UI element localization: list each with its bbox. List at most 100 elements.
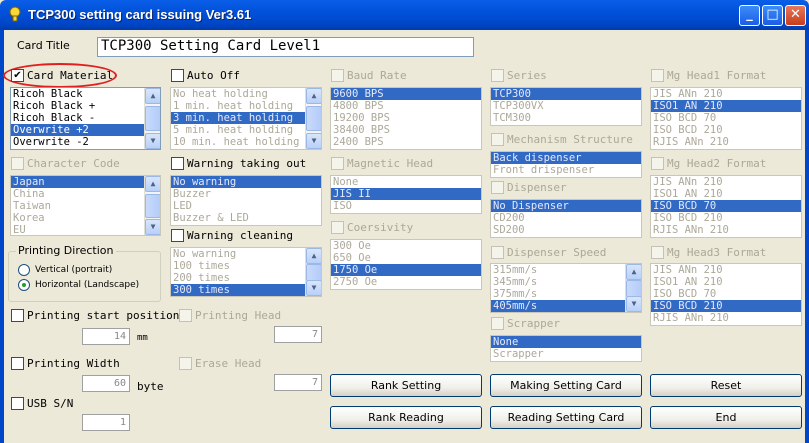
scroll-up-icon[interactable]: ▲ [626, 264, 641, 280]
dispenser-speed-checkbox[interactable] [491, 246, 504, 259]
usb-sn-input[interactable]: 1 [82, 414, 130, 431]
list-item[interactable]: 2400 BPS [331, 136, 481, 148]
making-setting-card-button[interactable]: Making Setting Card [490, 374, 642, 397]
list-item[interactable]: Scrapper [491, 348, 641, 360]
list-item[interactable]: Front drispenser [491, 164, 641, 176]
list-item[interactable]: ISO BCD 70 [651, 200, 801, 212]
mg-head2-checkbox[interactable] [651, 157, 664, 170]
scroll-thumb[interactable] [145, 106, 160, 131]
list-item[interactable]: Korea [11, 212, 144, 224]
list-item[interactable]: 200 times [171, 272, 305, 284]
list-item[interactable]: No heat holding [171, 88, 305, 100]
radio-vertical[interactable] [18, 264, 30, 276]
list-item[interactable]: No warning [171, 176, 321, 188]
scroll-thumb[interactable] [306, 264, 321, 281]
character-code-list[interactable]: Japan China Taiwan Korea EU ▲ ▼ [10, 175, 161, 236]
reading-setting-card-button[interactable]: Reading Setting Card [490, 406, 642, 429]
list-item[interactable]: 5 min. heat holding [171, 124, 305, 136]
list-item[interactable]: Overwrite -2 [11, 136, 144, 148]
list-item[interactable]: TCP300 [491, 88, 641, 100]
scroll-thumb[interactable] [626, 280, 641, 297]
list-item[interactable]: 300 times [171, 284, 305, 296]
erase-head-input[interactable]: 7 [274, 374, 322, 391]
scroll-down-icon[interactable]: ▼ [145, 133, 160, 149]
dispenser-speed-list[interactable]: 315mm/s 345mm/s 375mm/s 405mm/s ▲ ▼ [490, 263, 642, 313]
printing-start-position-input[interactable]: 14 [82, 328, 130, 345]
list-item[interactable]: ISO BCD 210 [651, 300, 801, 312]
list-item[interactable]: 19200 BPS [331, 112, 481, 124]
list-item[interactable]: China [11, 188, 144, 200]
list-item[interactable]: ISO BCD 70 [651, 288, 801, 300]
list-item[interactable]: ISO1 AN 210 [651, 188, 801, 200]
list-item[interactable]: EU [11, 224, 144, 235]
close-button[interactable]: ✕ [785, 5, 806, 26]
scroll-up-icon[interactable]: ▲ [145, 176, 160, 192]
scroll-up-icon[interactable]: ▲ [306, 88, 321, 104]
baud-rate-checkbox[interactable] [331, 69, 344, 82]
mg-head3-checkbox[interactable] [651, 246, 664, 259]
list-item[interactable]: RJIS ANn 210 [651, 136, 801, 148]
list-item[interactable]: 38400 BPS [331, 124, 481, 136]
rank-setting-button[interactable]: Rank Setting [330, 374, 482, 397]
list-item[interactable]: 4800 BPS [331, 100, 481, 112]
card-material-list[interactable]: Ricoh Black Ricoh Black + Ricoh Black - Ove… [10, 87, 161, 150]
list-item[interactable]: Overwrite +2 [11, 124, 144, 136]
list-item[interactable]: SD200 [491, 224, 641, 236]
rank-reading-button[interactable]: Rank Reading [330, 406, 482, 429]
mechanism-structure-checkbox[interactable] [491, 133, 504, 146]
warning-taking-out-checkbox[interactable] [171, 157, 184, 170]
list-item[interactable]: 345mm/s [491, 276, 625, 288]
list-item[interactable]: JIS ANn 210 [651, 264, 801, 276]
list-item[interactable]: 3 min. heat holding [171, 112, 305, 124]
list-item[interactable]: ISO BCD 210 [651, 124, 801, 136]
mg-head1-checkbox[interactable] [651, 69, 664, 82]
list-item[interactable]: None [331, 176, 481, 188]
character-code-checkbox[interactable] [11, 157, 24, 170]
list-item[interactable]: JIS ANn 210 [651, 176, 801, 188]
mg-head3-list[interactable]: JIS ANn 210 ISO1 AN 210 ISO BCD 70 ISO BCD … [650, 263, 802, 326]
scroll-up-icon[interactable]: ▲ [145, 88, 160, 104]
list-item[interactable]: ISO [331, 200, 481, 212]
list-item[interactable]: 1 min. heat holding [171, 100, 305, 112]
list-item[interactable]: No warning [171, 248, 305, 260]
scroll-up-icon[interactable]: ▲ [306, 248, 321, 264]
minimize-button[interactable]: _ [739, 5, 760, 26]
scrollbar[interactable]: ▲ ▼ [305, 248, 321, 296]
series-checkbox[interactable] [491, 69, 504, 82]
list-item[interactable]: Taiwan [11, 200, 144, 212]
printing-head-checkbox[interactable] [179, 309, 192, 322]
scroll-down-icon[interactable]: ▼ [626, 296, 641, 312]
list-item[interactable]: 9600 BPS [331, 88, 481, 100]
list-item[interactable]: RJIS ANn 210 [651, 224, 801, 236]
mg-head2-list[interactable]: JIS ANn 210 ISO1 AN 210 ISO BCD 70 ISO BCD … [650, 175, 802, 238]
scroll-down-icon[interactable]: ▼ [306, 280, 321, 296]
dispenser-checkbox[interactable] [491, 181, 504, 194]
list-item[interactable]: JIS II [331, 188, 481, 200]
warning-cleaning-list[interactable]: No warning 100 times 200 times 300 times ▲ … [170, 247, 322, 297]
list-item[interactable]: 315mm/s [491, 264, 625, 276]
list-item[interactable]: Ricoh Black - [11, 112, 144, 124]
list-item[interactable]: Buzzer [171, 188, 321, 200]
list-item[interactable]: 1750 Oe [331, 264, 481, 276]
scrollbar[interactable]: ▲ ▼ [144, 88, 160, 149]
auto-off-list[interactable]: No heat holding 1 min. heat holding 3 min.… [170, 87, 322, 150]
list-item[interactable]: TCP300VX [491, 100, 641, 112]
list-item[interactable]: ISO BCD 210 [651, 212, 801, 224]
list-item[interactable]: 100 times [171, 260, 305, 272]
list-item[interactable]: CD200 [491, 212, 641, 224]
scrollbar[interactable]: ▲ ▼ [305, 88, 321, 149]
list-item[interactable]: TCM300 [491, 112, 641, 124]
auto-off-checkbox[interactable] [171, 69, 184, 82]
list-item[interactable]: RJIS ANn 210 [651, 312, 801, 324]
scroll-down-icon[interactable]: ▼ [145, 219, 160, 235]
list-item[interactable]: 300 Oe [331, 240, 481, 252]
list-item[interactable]: 650 Oe [331, 252, 481, 264]
card-title-input[interactable]: TCP300 Setting Card Level1 [97, 37, 474, 57]
scrollbar[interactable]: ▲ ▼ [625, 264, 641, 312]
coersivity-checkbox[interactable] [331, 221, 344, 234]
radio-horizontal[interactable] [18, 279, 30, 291]
reset-button[interactable]: Reset [650, 374, 802, 397]
printing-width-input[interactable]: 60 [82, 375, 130, 392]
list-item[interactable]: 405mm/s [491, 300, 625, 312]
list-item[interactable]: Ricoh Black [11, 88, 144, 100]
